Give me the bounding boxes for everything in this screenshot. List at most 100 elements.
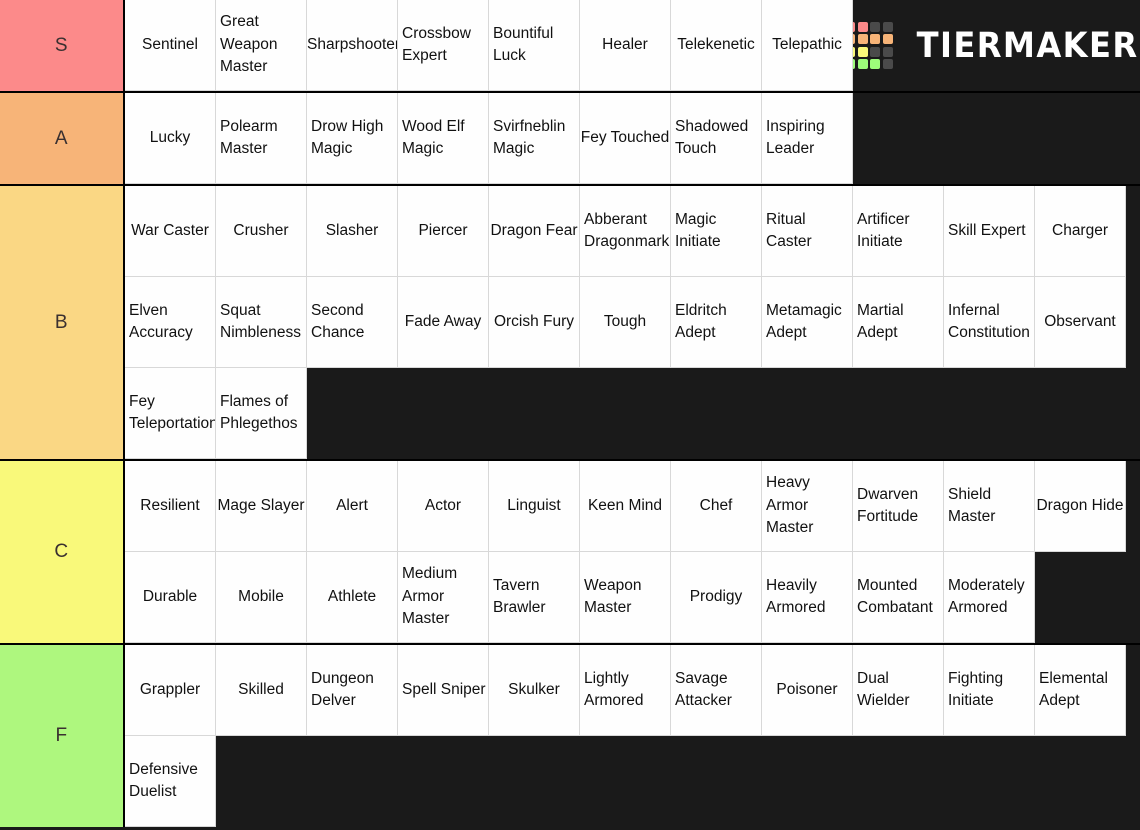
- tier-item[interactable]: Infernal Constitution: [944, 277, 1035, 368]
- tier-label-text: S: [54, 34, 69, 56]
- tier-item[interactable]: Sentinel: [125, 0, 216, 91]
- tier-item[interactable]: Tavern Brawler: [489, 552, 580, 643]
- logo-grid-cell: [870, 46, 881, 57]
- tier-item[interactable]: Squat Nimbleness: [216, 277, 307, 368]
- tier-item[interactable]: Drow High Magic: [307, 93, 398, 184]
- tier-item[interactable]: Flames of Phlegethos: [216, 368, 307, 459]
- tier-item[interactable]: Magic Initiate: [671, 186, 762, 277]
- tier-item-label: Bountiful Luck: [493, 24, 554, 64]
- tier-item[interactable]: Healer: [580, 0, 671, 91]
- tier-item[interactable]: Mobile: [216, 552, 307, 643]
- tier-item[interactable]: Elven Accuracy: [125, 277, 216, 368]
- tier-item[interactable]: Dragon Fear: [489, 186, 580, 277]
- tier-item[interactable]: Skilled: [216, 645, 307, 736]
- tier-row-f: F Grappler Skilled Dungeon Delver Spell Snip…: [0, 645, 1140, 827]
- tier-item[interactable]: Dual Wielder: [853, 645, 944, 736]
- tier-item[interactable]: Lucky: [125, 93, 216, 184]
- tier-item[interactable]: Second Chance: [307, 277, 398, 368]
- tier-item[interactable]: Sharpshooter: [307, 0, 398, 91]
- tier-item[interactable]: Charger: [1035, 186, 1126, 277]
- tier-item[interactable]: Metamagic Adept: [762, 277, 853, 368]
- tier-item-label: Shield Master: [948, 485, 996, 525]
- tier-item[interactable]: Athlete: [307, 552, 398, 643]
- tier-item[interactable]: Slasher: [307, 186, 398, 277]
- empty-slot-area[interactable]: [853, 93, 1140, 184]
- tier-item[interactable]: Heavy Armor Master: [762, 461, 853, 552]
- tier-item[interactable]: Fey Teleportation: [125, 368, 216, 459]
- tier-item-label: Fade Away: [404, 312, 482, 330]
- tier-label-b[interactable]: B: [0, 186, 125, 459]
- tier-item[interactable]: Abberant Dragonmark: [580, 186, 671, 277]
- logo-grid-cell: [882, 59, 893, 70]
- tier-label-text: C: [54, 541, 69, 562]
- tier-item[interactable]: Crossbow Expert: [398, 0, 489, 91]
- tier-item-label: Mounted Combatant: [857, 576, 933, 616]
- tier-item[interactable]: War Caster: [125, 186, 216, 277]
- tier-item[interactable]: Spell Sniper: [398, 645, 489, 736]
- tier-item[interactable]: Svirfneblin Magic: [489, 93, 580, 184]
- tier-item[interactable]: Fade Away: [398, 277, 489, 368]
- tier-label-f[interactable]: F: [0, 645, 125, 827]
- tier-item[interactable]: Polearm Master: [216, 93, 307, 184]
- tier-item[interactable]: Bountiful Luck: [489, 0, 580, 91]
- tier-items-a: Lucky Polearm Master Drow High Magic Wood E…: [125, 93, 1140, 184]
- tier-item[interactable]: Shield Master: [944, 461, 1035, 552]
- tier-item[interactable]: Chef: [671, 461, 762, 552]
- tier-item[interactable]: Savage Attacker: [671, 645, 762, 736]
- tier-item[interactable]: Eldritch Adept: [671, 277, 762, 368]
- empty-slot-area[interactable]: [1035, 552, 1140, 643]
- tier-item[interactable]: Ritual Caster: [762, 186, 853, 277]
- tier-item[interactable]: Inspiring Leader: [762, 93, 853, 184]
- tier-item[interactable]: Resilient: [125, 461, 216, 552]
- tier-label-s[interactable]: S: [0, 0, 125, 91]
- tier-item[interactable]: Tough: [580, 277, 671, 368]
- tier-item[interactable]: Medium Armor Master: [398, 552, 489, 643]
- tier-item[interactable]: Dungeon Delver: [307, 645, 398, 736]
- tier-item[interactable]: Actor: [398, 461, 489, 552]
- tier-item[interactable]: Great Weapon Master: [216, 0, 307, 91]
- empty-slot-area[interactable]: [307, 368, 1140, 459]
- empty-slot-area[interactable]: [216, 736, 1140, 827]
- tier-item-label: Elemental Adept: [1039, 669, 1108, 709]
- tier-item[interactable]: Poisoner: [762, 645, 853, 736]
- tier-item[interactable]: Telekenetic: [671, 0, 762, 91]
- tier-item[interactable]: Piercer: [398, 186, 489, 277]
- tier-item[interactable]: Mounted Combatant: [853, 552, 944, 643]
- tier-label-a[interactable]: A: [0, 93, 125, 184]
- tier-item[interactable]: Durable: [125, 552, 216, 643]
- tier-item[interactable]: Alert: [307, 461, 398, 552]
- tier-item[interactable]: Elemental Adept: [1035, 645, 1126, 736]
- tier-item[interactable]: Lightly Armored: [580, 645, 671, 736]
- tier-label-c[interactable]: C: [0, 461, 125, 643]
- tier-item-label: Dwarven Fortitude: [857, 485, 919, 525]
- tier-item[interactable]: Telepathic: [762, 0, 853, 91]
- tier-item[interactable]: Shadowed Touch: [671, 93, 762, 184]
- logo-grid-cell: [857, 59, 868, 70]
- tier-item-label: Wood Elf Magic: [402, 117, 465, 157]
- tier-item[interactable]: Dwarven Fortitude: [853, 461, 944, 552]
- tier-item[interactable]: Skill Expert: [944, 186, 1035, 277]
- tier-item[interactable]: Skulker: [489, 645, 580, 736]
- tier-item[interactable]: Orcish Fury: [489, 277, 580, 368]
- tier-item[interactable]: Wood Elf Magic: [398, 93, 489, 184]
- tier-item[interactable]: Martial Adept: [853, 277, 944, 368]
- logo-grid-cell: [882, 34, 893, 45]
- tier-item[interactable]: Dragon Hide: [1035, 461, 1126, 552]
- tier-item[interactable]: Mage Slayer: [216, 461, 307, 552]
- tier-item[interactable]: Keen Mind: [580, 461, 671, 552]
- tier-item[interactable]: Fighting Initiate: [944, 645, 1035, 736]
- tier-item[interactable]: Defensive Duelist: [125, 736, 216, 827]
- logo-grid-cell: [857, 21, 868, 32]
- tier-item[interactable]: Crusher: [216, 186, 307, 277]
- tier-item[interactable]: Grappler: [125, 645, 216, 736]
- tier-item[interactable]: Artificer Initiate: [853, 186, 944, 277]
- tier-item[interactable]: Observant: [1035, 277, 1126, 368]
- tier-item[interactable]: Fey Touched: [580, 93, 671, 184]
- tier-item-label: Poisoner: [776, 680, 838, 698]
- tier-item[interactable]: Linguist: [489, 461, 580, 552]
- tier-item[interactable]: Weapon Master: [580, 552, 671, 643]
- tier-item[interactable]: Prodigy: [671, 552, 762, 643]
- tier-item-label: Elven Accuracy: [129, 301, 193, 341]
- tier-item[interactable]: Heavily Armored: [762, 552, 853, 643]
- tier-item[interactable]: Moderately Armored: [944, 552, 1035, 643]
